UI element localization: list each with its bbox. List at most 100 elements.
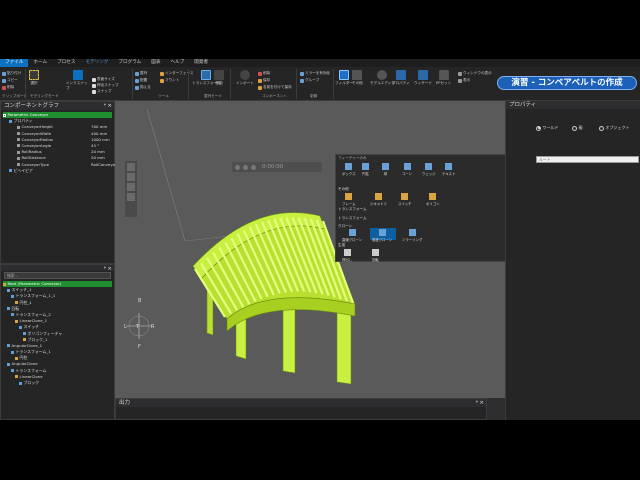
feature-icon: [372, 249, 379, 256]
import-button[interactable]: インポート: [236, 70, 254, 86]
feature-icon: [425, 163, 433, 170]
menu-process[interactable]: プロセス: [52, 59, 80, 67]
menu-developer[interactable]: 開発者: [189, 59, 213, 67]
ribbon-separator: [333, 69, 334, 99]
move-button[interactable]: 移動: [214, 70, 224, 86]
view-tool-icon[interactable]: [127, 163, 135, 171]
pin-icon[interactable]: ▾: [104, 265, 106, 273]
feature-item[interactable]: ウェッジ: [422, 163, 436, 176]
view-tool-icon[interactable]: [127, 193, 135, 201]
property-button[interactable]: プロパティ: [392, 70, 410, 86]
align-button[interactable]: 整列: [135, 71, 147, 76]
feature-item[interactable]: フレーム: [342, 193, 355, 206]
tool-group-label: ツール: [158, 94, 169, 98]
feature-item[interactable]: スイッチ: [398, 193, 412, 206]
menu-drawing[interactable]: 図表: [146, 59, 165, 67]
ribbon-separator: [188, 69, 189, 99]
menu-home[interactable]: ホーム: [28, 59, 52, 67]
ribbon-separator: [25, 69, 26, 99]
component-save-as-button[interactable]: 名前を付けて保存: [258, 85, 292, 90]
window-show-button[interactable]: ウィンドウの表示: [458, 71, 492, 76]
view-tool-icon[interactable]: [127, 183, 135, 191]
rewind-icon[interactable]: [235, 164, 240, 170]
close-icon[interactable]: ×: [479, 399, 484, 407]
component-save-button[interactable]: 保存: [258, 78, 270, 83]
feature-icon: [374, 193, 382, 200]
radio-object[interactable]: オブジェクト: [599, 125, 630, 131]
feature-item[interactable]: ミラーリング: [402, 229, 422, 242]
align-mode-group-label: 整列モード: [204, 94, 222, 98]
output-panel: 出力 ▾ ×: [115, 398, 487, 420]
component-delete-button[interactable]: 削除: [258, 71, 270, 76]
menu-modeling[interactable]: モデリング: [80, 59, 113, 67]
mirror-enable-button[interactable]: ミラーを有効化: [300, 71, 330, 76]
section-generate: 生成: [338, 243, 346, 247]
place-button[interactable]: 配置: [135, 78, 147, 83]
tree-item-behavior[interactable]: ビヘイビア: [3, 168, 112, 174]
play-icon[interactable]: [243, 164, 248, 170]
select-icon: [29, 70, 39, 80]
feature-icon: [348, 229, 356, 236]
wizard-icon: [417, 70, 428, 80]
paste-button[interactable]: 貼り付け: [2, 71, 21, 76]
output-header: 出力 ▾ ×: [116, 399, 486, 407]
close-icon[interactable]: ×: [107, 265, 112, 273]
view-tool-icon[interactable]: [127, 173, 135, 181]
feature-item[interactable]: ポリゴン: [426, 193, 440, 206]
feature-item[interactable]: ボックス: [342, 163, 355, 176]
feature-icon: [378, 229, 386, 236]
tool-icon: [352, 70, 363, 80]
node-search-input[interactable]: 検索...: [4, 272, 111, 279]
wizard-button[interactable]: ウィザード: [414, 70, 432, 86]
snap-check[interactable]: スナップ: [92, 89, 111, 94]
feature-item[interactable]: 押出し: [342, 249, 352, 262]
feature-icon: [445, 163, 453, 170]
radio-parent[interactable]: 親: [572, 125, 583, 131]
close-icon[interactable]: ×: [107, 102, 112, 110]
name-field[interactable]: ルート: [536, 156, 639, 163]
arrange-button[interactable]: 揃える: [135, 85, 151, 90]
section-other: その他: [338, 187, 349, 191]
snap-button[interactable]: インクスナップ: [66, 70, 90, 91]
list-icon: [395, 70, 406, 80]
feature-item[interactable]: 角度クローン: [372, 229, 392, 242]
pin-icon[interactable]: ▾: [476, 399, 478, 407]
node-tree-panel: ▾ × 検索... Root (Parametric Conveyor) スイッチ…: [0, 264, 115, 420]
nav-label-front: F: [138, 344, 141, 350]
extrude-snap-check[interactable]: 押出スナップ: [92, 83, 119, 88]
group-button[interactable]: グループ: [300, 78, 319, 83]
tool-button[interactable]: その他: [352, 70, 363, 86]
display-button[interactable]: 表示: [458, 78, 470, 83]
control-group-label: 制御: [310, 94, 318, 98]
feature-item[interactable]: 直線クローン: [342, 229, 362, 242]
feature-item[interactable]: 回転: [372, 249, 379, 262]
select-button[interactable]: 選択: [29, 70, 39, 86]
delete-button[interactable]: 削除: [2, 85, 14, 90]
menu-help[interactable]: ヘルプ: [165, 59, 189, 67]
copy-button[interactable]: コピー: [2, 78, 18, 83]
feature-icon: [382, 163, 389, 170]
stop-icon[interactable]: [251, 164, 256, 170]
feature-item[interactable]: ジオメトリ: [370, 193, 387, 206]
ep-set-button[interactable]: EPセット: [436, 70, 451, 86]
feature-icon: [345, 163, 353, 170]
menu-file[interactable]: ファイル: [0, 59, 29, 67]
transform-item[interactable]: トランスフォーム: [338, 216, 367, 221]
node-tree-item[interactable]: ブロック: [3, 380, 112, 386]
sim-timecode: 0:00:00: [262, 164, 284, 170]
feature-item[interactable]: テキスト: [442, 163, 455, 176]
feature-button[interactable]: フィルター: [335, 70, 353, 86]
modeling-mode-group-label: モデリングモード: [30, 94, 59, 98]
nav-cube[interactable]: B L T R F: [124, 298, 155, 350]
property-list: ConveyorHeight 700 mm ConveyorWidth 400 mm C…: [3, 124, 117, 167]
pin-icon[interactable]: ▾: [104, 102, 106, 110]
mount-button[interactable]: マウント: [160, 78, 179, 83]
feature-item[interactable]: コーン: [402, 163, 412, 176]
radio-world[interactable]: ワールド: [536, 125, 559, 131]
simulation-playbar: 0:00:00: [232, 162, 322, 172]
surface-size-check[interactable]: 表面サイズ: [92, 77, 115, 82]
menu-program[interactable]: プログラム: [113, 59, 146, 67]
feature-item[interactable]: 球: [382, 163, 389, 176]
nav-label-right: R: [151, 324, 155, 330]
feature-item[interactable]: 円柱: [362, 163, 369, 176]
